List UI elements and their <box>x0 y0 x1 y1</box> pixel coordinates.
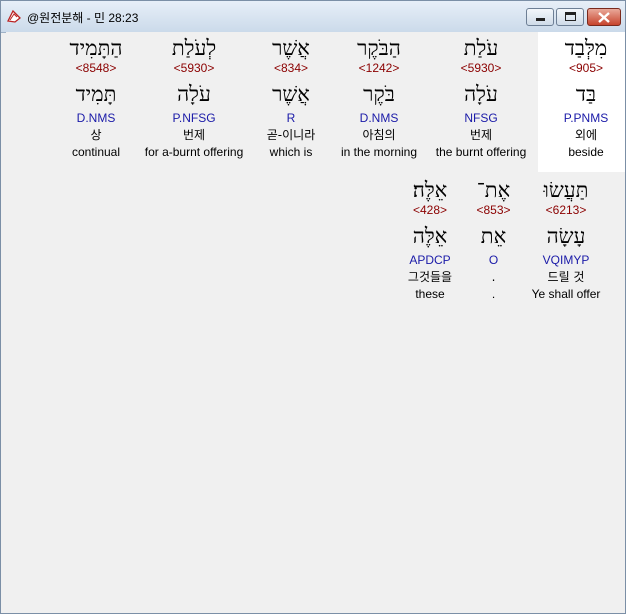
maximize-button[interactable] <box>556 8 584 26</box>
hebrew-word: מִלְּבַד <box>564 36 608 60</box>
korean-gloss: 아침의 <box>362 128 396 142</box>
hebrew-word: תַּעֲשׂוּ <box>543 178 589 202</box>
korean-gloss: 상 <box>90 128 102 142</box>
title-bar[interactable]: @원전분해 - 민 28:23 <box>1 1 625 33</box>
hebrew-lemma: תָּמִיד <box>75 82 117 106</box>
morphology-code: R <box>286 111 296 125</box>
english-gloss: in the morning <box>340 145 418 159</box>
word-cell[interactable]: אֲשֶׁר <834> אֲשֶׁר R 곧-이니라 which is <box>251 32 331 159</box>
word-cell[interactable]: אֶת־ <853> אֵת O . . <box>466 174 521 301</box>
word-cell[interactable]: לְעֹלַת <5930> עֹלָה P.NFSG 번제 for a-bur… <box>139 32 249 159</box>
hebrew-lemma: בֹּקֶר <box>363 82 395 106</box>
hebrew-word: עֹלַת <box>463 36 499 60</box>
morphology-code: O <box>488 253 499 267</box>
korean-gloss: 외에 <box>574 128 598 142</box>
morphology-code: P.PNMS <box>563 111 609 125</box>
morphology-code: NFSG <box>464 111 498 125</box>
strong-number[interactable]: <5930> <box>431 61 531 77</box>
strong-number[interactable]: <6213> <box>521 203 611 219</box>
english-gloss: the burnt offering <box>435 145 527 159</box>
korean-gloss: 드릴 것 <box>547 270 585 284</box>
korean-gloss: 번제 <box>469 128 493 142</box>
hebrew-word: הַבֹּקֶר <box>357 36 401 60</box>
word-cell[interactable]: הַבֹּקֶר <1242> בֹּקֶר D.NMS 아침의 in the … <box>332 32 426 159</box>
hebrew-word: הַתָּמִיד <box>69 36 123 60</box>
close-icon <box>598 12 610 23</box>
korean-gloss: . <box>491 270 496 284</box>
strong-number[interactable]: <834> <box>251 61 331 77</box>
parse-view: מִלְּבַד <905> בַּד P.PNMS 외에 beside עֹל… <box>6 32 625 608</box>
strong-number[interactable]: <8548> <box>56 61 136 77</box>
strong-number[interactable]: <905> <box>538 61 625 77</box>
app-logo-icon <box>7 9 21 23</box>
hebrew-lemma: עֹלָה <box>177 82 211 106</box>
word-cell[interactable]: עֹלַת <5930> עֹלָה NFSG 번제 the burnt off… <box>431 32 531 159</box>
hebrew-lemma: עָשָׂה <box>546 224 586 248</box>
morphology-code: VQIMYP <box>542 253 590 267</box>
app-window: @원전분해 - 민 28:23 מִלְּבַד <905> בַּד P.PN… <box>0 0 626 614</box>
morphology-code: D.NMS <box>76 111 116 125</box>
morphology-code: APDCP <box>409 253 451 267</box>
hebrew-word: אֲשֶׁר <box>272 36 310 60</box>
close-button[interactable] <box>587 8 621 26</box>
hebrew-lemma: אֲשֶׁר <box>272 82 310 106</box>
strong-number[interactable]: <853> <box>466 203 521 219</box>
hebrew-lemma: בַּד <box>575 82 597 106</box>
window-title: @원전분해 - 민 28:23 <box>27 11 139 25</box>
korean-gloss: 곧-이니라 <box>266 128 316 142</box>
word-cell[interactable]: מִלְּבַד <905> בַּד P.PNMS 외에 beside <box>538 32 625 172</box>
english-gloss: beside <box>568 145 604 159</box>
morphology-code: P.NFSG <box>172 111 216 125</box>
minimize-button[interactable] <box>526 8 554 26</box>
korean-gloss: 번제 <box>182 128 206 142</box>
hebrew-lemma: עֹלָה <box>464 82 498 106</box>
morphology-code: D.NMS <box>359 111 399 125</box>
english-gloss: these <box>415 287 445 301</box>
maximize-icon <box>565 12 576 21</box>
english-gloss: which is <box>269 145 313 159</box>
english-gloss: Ye shall offer <box>531 287 601 301</box>
hebrew-word: אֵלֶּה׃ <box>412 178 448 202</box>
hebrew-word: אֶת־ <box>476 178 511 202</box>
strong-number[interactable]: <1242> <box>332 61 426 77</box>
strong-number[interactable]: <5930> <box>139 61 249 77</box>
english-gloss: for a-burnt offering <box>144 145 244 159</box>
minimize-icon <box>536 18 545 21</box>
hebrew-word: לְעֹלַת <box>171 36 217 60</box>
korean-gloss: 그것들을 <box>407 270 453 284</box>
hebrew-lemma: אֵלֶּה <box>412 224 448 248</box>
word-cell[interactable]: תַּעֲשׂוּ <6213> עָשָׂה VQIMYP 드릴 것 Ye s… <box>521 174 611 301</box>
english-gloss: continual <box>71 145 121 159</box>
hebrew-lemma: אֵת <box>480 224 507 248</box>
strong-number[interactable]: <428> <box>394 203 466 219</box>
word-cell[interactable]: הַתָּמִיד <8548> תָּמִיד D.NMS 상 continu… <box>56 32 136 159</box>
english-gloss: . <box>491 287 496 301</box>
word-cell[interactable]: אֵלֶּה׃ <428> אֵלֶּה APDCP 그것들을 these <box>394 174 466 301</box>
